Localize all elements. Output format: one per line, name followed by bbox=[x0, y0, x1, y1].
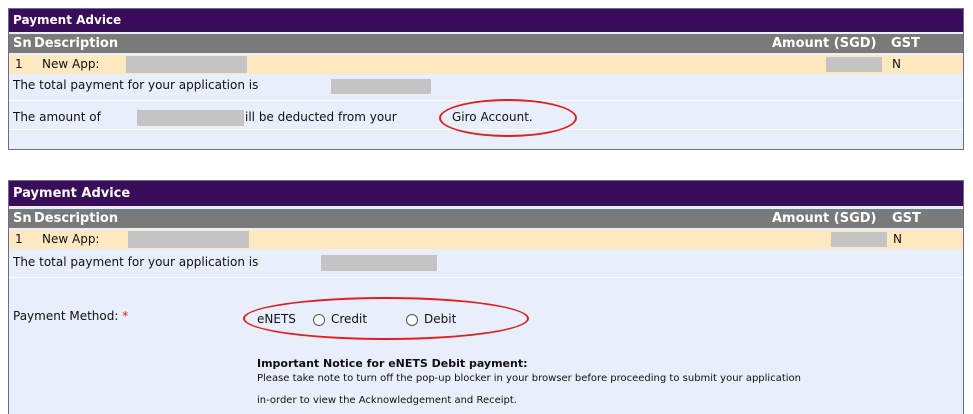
row-divider bbox=[9, 277, 963, 278]
redacted-total bbox=[321, 255, 437, 271]
col-description-header: Description bbox=[34, 211, 119, 226]
notice-line-1: Please take note to turn off the pop-up … bbox=[257, 373, 801, 384]
row-gst: N bbox=[893, 232, 902, 246]
table-header: Sn Description Amount (SGD) GST bbox=[9, 34, 963, 53]
col-amount-header: Amount (SGD) bbox=[772, 211, 877, 226]
annotation-circle bbox=[243, 297, 529, 340]
col-description-header: Description bbox=[34, 36, 119, 51]
annotation-circle bbox=[439, 99, 577, 137]
payment-advice-giro-panel: Payment Advice Sn Description Amount (SG… bbox=[8, 8, 964, 150]
payment-method-label: Payment Method: * bbox=[13, 309, 129, 323]
payment-advice-title: Payment Advice bbox=[9, 181, 963, 206]
table-row: 1 New App: N bbox=[9, 230, 963, 249]
payment-advice-enets-panel: Payment Advice Sn Description Amount (SG… bbox=[8, 180, 964, 414]
redacted-deduct-amount bbox=[137, 110, 244, 126]
col-sn-header: Sn bbox=[13, 211, 32, 226]
col-gst-header: GST bbox=[891, 36, 920, 51]
total-payment-text: The total payment for your application i… bbox=[13, 78, 259, 92]
redacted-amount bbox=[826, 57, 882, 72]
row-sn: 1 bbox=[15, 57, 23, 71]
table-row: 1 New App: N bbox=[9, 55, 963, 74]
required-marker: * bbox=[122, 309, 129, 323]
col-gst-header: GST bbox=[892, 211, 921, 226]
redacted-amount bbox=[831, 232, 887, 247]
row-description: New App: bbox=[42, 232, 100, 246]
notice-title: Important Notice for eNETS Debit payment… bbox=[257, 357, 528, 370]
deduct-suffix: ill be deducted from your bbox=[245, 110, 397, 124]
payment-advice-title: Payment Advice bbox=[9, 9, 963, 32]
deduct-prefix: The amount of bbox=[13, 110, 101, 124]
col-sn-header: Sn bbox=[13, 36, 32, 51]
col-amount-header: Amount (SGD) bbox=[772, 36, 877, 51]
redacted-app-name bbox=[128, 231, 249, 248]
table-header: Sn Description Amount (SGD) GST bbox=[9, 209, 963, 228]
redacted-app-name bbox=[126, 56, 247, 73]
total-payment-text: The total payment for your application i… bbox=[13, 255, 259, 269]
notice-line-2: in-order to view the Acknowledgement and… bbox=[257, 395, 517, 406]
row-description: New App: bbox=[42, 57, 100, 71]
row-sn: 1 bbox=[15, 232, 23, 246]
row-gst: N bbox=[892, 57, 901, 71]
redacted-total bbox=[331, 79, 431, 94]
